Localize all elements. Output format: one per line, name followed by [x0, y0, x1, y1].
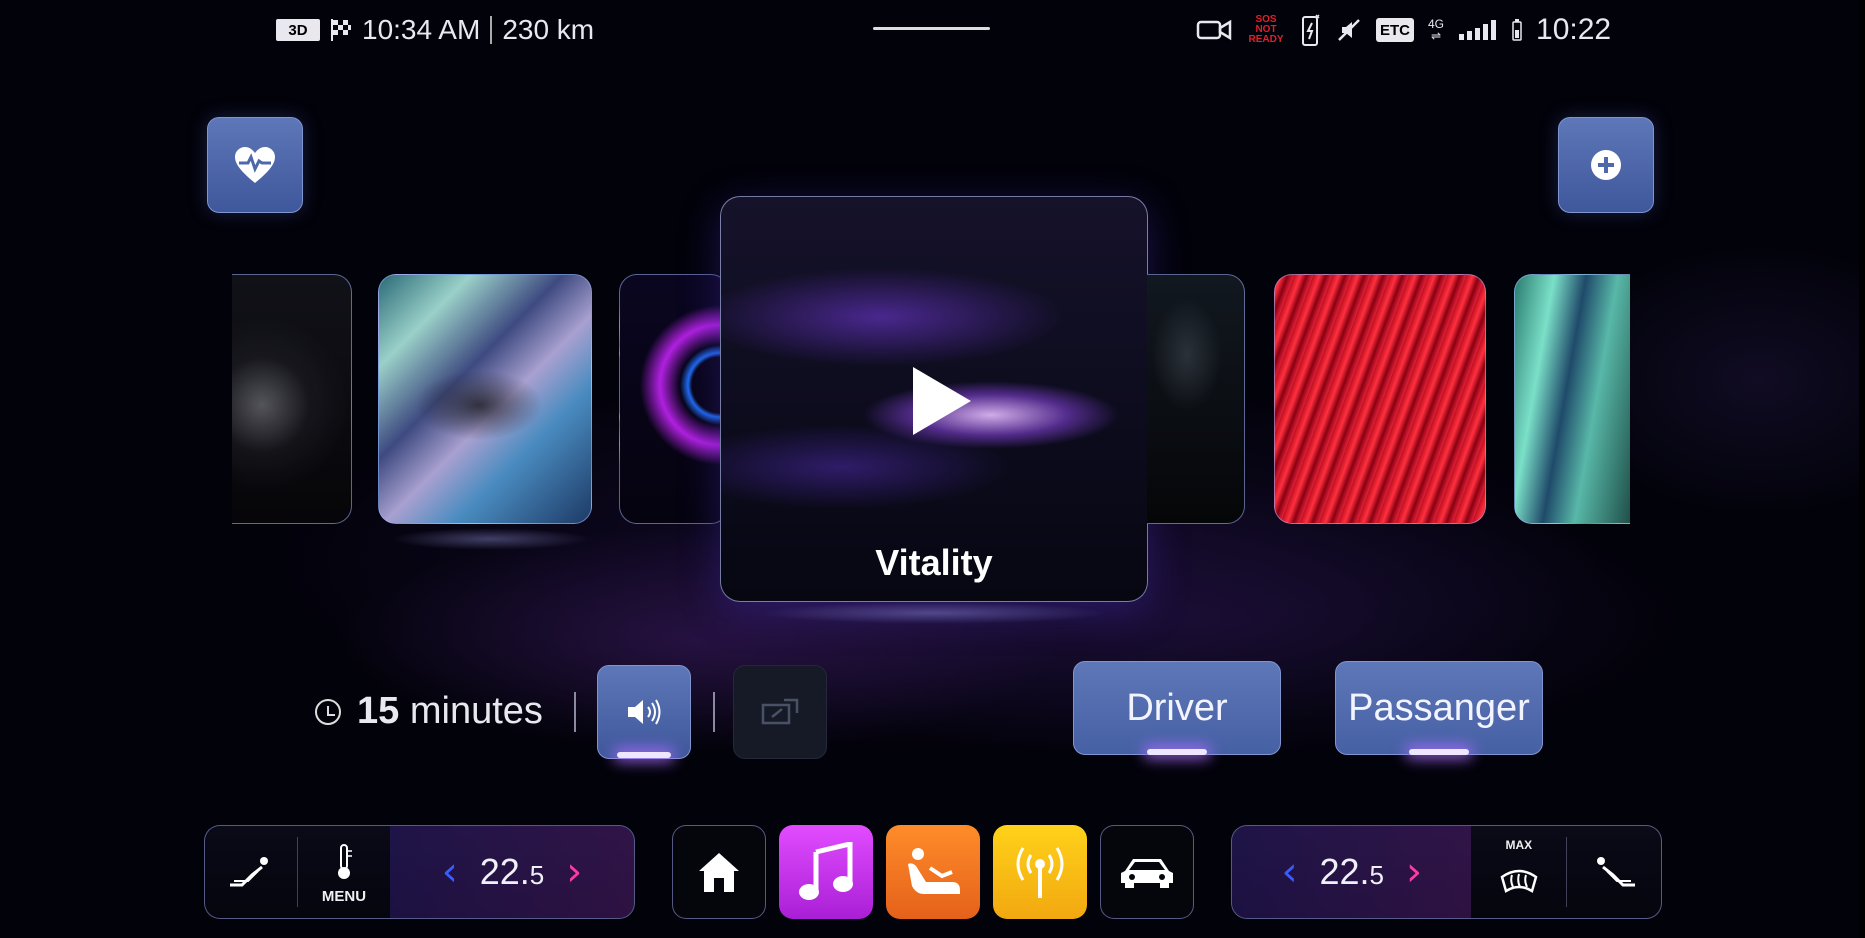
etc-badge: ETC: [1376, 18, 1414, 42]
driver-button[interactable]: Driver: [1073, 661, 1281, 755]
home-app-button[interactable]: [672, 825, 766, 919]
infotainment-screen: 3D 10:34 AM 230 km SOS NOT READY ETC 4G …: [0, 0, 1865, 938]
divider: [574, 692, 576, 732]
program-card-teal-glass[interactable]: [1514, 274, 1630, 524]
seat-recline-icon: [1597, 857, 1636, 887]
duration-display: 15 minutes: [315, 690, 543, 733]
defrost-icon: [1500, 869, 1538, 893]
phone-charging-icon: [1302, 14, 1320, 46]
status-bar-left: 3D 10:34 AM 230 km: [276, 12, 594, 48]
divider: [713, 692, 715, 732]
seat-recline-right-button[interactable]: [1567, 826, 1661, 918]
expand-screen-icon: [761, 698, 799, 725]
drawer-handle[interactable]: [873, 27, 990, 30]
program-card-vitality[interactable]: Vitality: [720, 196, 1148, 602]
passenger-button[interactable]: Passanger: [1335, 661, 1543, 755]
right-temp-decimal: 5: [1369, 860, 1384, 890]
arrival-time: 10:34 AM: [362, 14, 481, 45]
thermometer-icon: [338, 844, 352, 879]
navigation-3d-icon[interactable]: 3D: [276, 19, 320, 41]
climate-right-panel: ‹ 22.5 › MAX: [1231, 825, 1662, 919]
seat-recline-left-button[interactable]: [205, 826, 297, 918]
remaining-distance: 230 km: [502, 14, 595, 45]
right-temp-integer: 22.: [1319, 851, 1370, 892]
speaker-icon: [628, 699, 661, 725]
play-icon[interactable]: [913, 367, 971, 435]
vehicle-app-button[interactable]: [1100, 825, 1194, 919]
right-temp-increase-icon[interactable]: ›: [1406, 849, 1422, 895]
left-temp-decimal: 5: [529, 860, 545, 890]
program-card-red-waves[interactable]: [1274, 274, 1486, 524]
health-button[interactable]: [207, 117, 303, 213]
signal-icon: [1459, 20, 1497, 40]
clock: 10:22: [1536, 13, 1612, 46]
left-temperature-value: 22.5: [480, 851, 545, 893]
antenna-icon: [1016, 847, 1064, 898]
screen-edge: [1859, 0, 1865, 938]
music-app-button[interactable]: [779, 825, 873, 919]
sos-status: SOS NOT READY: [1246, 15, 1286, 45]
radio-app-button[interactable]: [993, 825, 1087, 919]
max-label: MAX: [1505, 838, 1533, 852]
program-card-swirl[interactable]: [619, 274, 729, 524]
seat-recline-icon: [230, 857, 268, 887]
right-temp-decrease-icon[interactable]: ‹: [1281, 849, 1297, 895]
program-card-dandelion[interactable]: [232, 274, 352, 524]
right-temperature-value: 22.5: [1319, 851, 1384, 893]
left-temp-decrease-icon[interactable]: ‹: [442, 849, 458, 895]
status-bar-right: SOS NOT READY ETC 4G ⇌ 10:22: [1196, 12, 1611, 48]
duration-value: 15: [357, 690, 400, 732]
sos-line-1: SOS NOT: [1255, 14, 1277, 35]
home-icon: [699, 853, 739, 892]
add-button[interactable]: [1558, 117, 1654, 213]
left-temperature-control: ‹ 22.5 ›: [390, 826, 634, 918]
clock-icon: [315, 698, 341, 725]
left-temp-integer: 22.: [479, 851, 530, 892]
duration-unit: minutes: [409, 690, 543, 732]
mute-icon: [1338, 19, 1360, 41]
right-temperature-control: ‹ 22.5 ›: [1232, 826, 1472, 918]
checkered-flag-icon: [331, 19, 351, 41]
seat-comfort-app-button[interactable]: [886, 825, 980, 919]
sound-active-indicator: [617, 752, 671, 758]
massage-seat-icon: [908, 848, 960, 894]
driver-active-indicator: [1147, 749, 1207, 755]
climate-left-panel: MENU ‹ 22.5 ›: [204, 825, 635, 919]
plus-circle-icon: [1591, 150, 1621, 180]
card-reflection: [760, 602, 1110, 624]
music-note-icon: [799, 842, 853, 900]
program-title: Vitality: [875, 542, 993, 583]
network-type-label: 4G: [1428, 17, 1445, 31]
heart-pulse-icon: [235, 147, 275, 183]
battery-icon: [1512, 19, 1522, 41]
program-card-crystal[interactable]: [378, 274, 592, 524]
left-temp-increase-icon[interactable]: ›: [566, 849, 582, 895]
program-card-rain[interactable]: [1147, 274, 1245, 524]
passenger-active-indicator: [1409, 749, 1469, 755]
duration-text: 15 minutes: [357, 690, 543, 733]
sound-button[interactable]: [597, 665, 691, 759]
car-icon: [1121, 859, 1173, 888]
dashcam-icon: [1196, 19, 1232, 41]
card-reflection: [390, 528, 590, 550]
display-mode-button[interactable]: [733, 665, 827, 759]
menu-label: MENU: [321, 888, 367, 905]
max-defrost-button[interactable]: MAX: [1471, 826, 1566, 918]
climate-menu-button[interactable]: MENU: [298, 826, 390, 918]
sos-line-2: READY: [1248, 34, 1284, 45]
network-type: 4G ⇌: [1428, 17, 1445, 43]
status-separator: [490, 16, 493, 44]
